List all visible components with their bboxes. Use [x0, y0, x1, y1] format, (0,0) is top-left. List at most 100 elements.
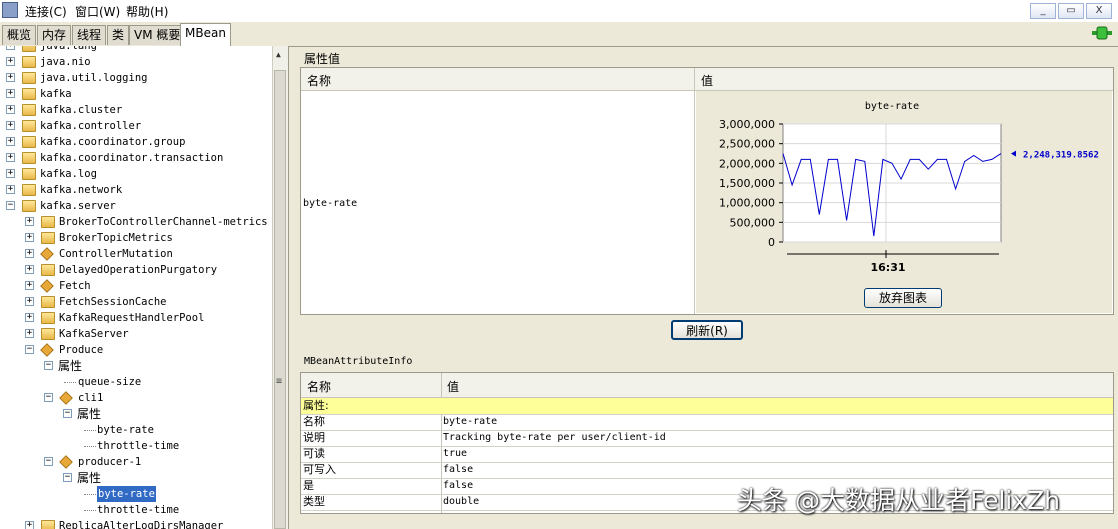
collapse-icon[interactable]: − — [44, 393, 53, 402]
attr-row-name[interactable]: byte-rate — [303, 198, 357, 209]
current-value-arrow — [1011, 150, 1016, 157]
collapse-icon[interactable]: − — [44, 361, 53, 370]
expand-icon[interactable]: + — [6, 46, 15, 50]
tab-overview[interactable]: 概览 — [2, 25, 37, 45]
app-icon — [2, 2, 18, 18]
expand-icon[interactable]: + — [6, 73, 15, 82]
menu-help[interactable]: 帮助(H) — [126, 3, 168, 20]
folder-icon — [41, 232, 55, 244]
tree-scrollbar[interactable]: ▲ ≡ — [272, 46, 288, 529]
expand-icon[interactable]: + — [6, 169, 15, 178]
folder-icon — [22, 104, 36, 116]
byte-rate-chart: byte-rate 3,000,000 2,500,000 2,000,000 1,50… — [719, 101, 1099, 274]
expand-icon[interactable]: + — [6, 105, 15, 114]
collapse-icon[interactable]: − — [63, 409, 72, 418]
mbean-icon — [40, 279, 54, 293]
tab-vm-summary[interactable]: VM 概要 — [129, 25, 186, 45]
y-tick-label: 500,000 — [730, 216, 776, 229]
expand-icon[interactable]: + — [25, 329, 34, 338]
expand-icon[interactable]: + — [6, 89, 15, 98]
attr-values-table: 名称 值 byte-rate byte-rate 3,000,000 2,500,0… — [300, 67, 1114, 315]
folder-icon — [22, 200, 36, 212]
current-value-label: 2,248,319.8562 — [1023, 151, 1099, 161]
folder-icon — [41, 264, 55, 276]
mbean-tree: +java.lang +java.nio +java.util.logging … — [0, 46, 289, 529]
close-button[interactable]: X — [1086, 3, 1112, 19]
y-tick-label: 1,000,000 — [719, 197, 775, 210]
expand-icon[interactable]: + — [6, 57, 15, 66]
expand-icon[interactable]: + — [25, 249, 34, 258]
tab-classes[interactable]: 类 — [107, 25, 130, 45]
expand-icon[interactable]: + — [6, 121, 15, 130]
info-row[interactable]: 名称 byte-rate — [301, 414, 1113, 431]
info-row[interactable]: 说明 Tracking byte-rate per user/client-id — [301, 430, 1113, 447]
folder-icon — [22, 46, 36, 52]
y-tick-label: 0 — [768, 236, 775, 249]
menu-window[interactable]: 窗口(W) — [75, 3, 120, 20]
folder-icon — [22, 56, 36, 68]
restore-button[interactable]: ▭ — [1058, 3, 1084, 19]
mbean-icon — [40, 247, 54, 261]
collapse-icon[interactable]: − — [44, 457, 53, 466]
connection-status-icon — [1092, 26, 1112, 40]
info-row[interactable]: 属性: — [301, 398, 1113, 415]
expand-icon[interactable]: + — [6, 153, 15, 162]
folder-icon — [41, 296, 55, 308]
info-panel-title: MBeanAttributeInfo — [304, 356, 413, 367]
y-tick-label: 3,000,000 — [719, 118, 775, 131]
info-col-name-header[interactable]: 名称 — [307, 378, 331, 395]
mbean-icon — [59, 455, 73, 469]
folder-icon — [41, 328, 55, 340]
folder-icon — [41, 216, 55, 228]
tab-threads[interactable]: 线程 — [72, 25, 107, 45]
chart-title: byte-rate — [865, 101, 919, 112]
scroll-up-icon[interactable]: ▲ — [276, 50, 281, 59]
expand-icon[interactable]: + — [25, 521, 34, 529]
folder-icon — [41, 520, 55, 529]
folder-icon — [22, 88, 36, 100]
expand-icon[interactable]: + — [6, 185, 15, 194]
expand-icon[interactable]: + — [25, 217, 34, 226]
collapse-icon[interactable]: − — [6, 201, 15, 210]
y-tick-label: 2,500,000 — [719, 138, 775, 151]
x-tick-label: 16:31 — [870, 261, 905, 274]
watermark: 头条 @大数据从业者FelixZh — [737, 486, 1060, 515]
collapse-icon[interactable]: − — [63, 473, 72, 482]
minimize-button[interactable]: _ — [1030, 3, 1056, 19]
folder-icon — [22, 72, 36, 84]
info-col-value-header[interactable]: 值 — [447, 378, 459, 395]
info-table-header: 名称 值 — [301, 373, 1113, 398]
info-row[interactable]: 可写入 false — [301, 462, 1113, 479]
tab-mbean[interactable]: MBean — [180, 23, 231, 46]
y-tick-label: 1,500,000 — [719, 177, 775, 190]
folder-icon — [22, 152, 36, 164]
mbean-icon — [59, 391, 73, 405]
folder-icon — [22, 168, 36, 180]
menu-connection[interactable]: 连接(C) — [25, 3, 67, 20]
discard-chart-button[interactable]: 放弃图表 — [864, 288, 942, 308]
collapse-icon[interactable]: − — [25, 345, 34, 354]
folder-icon — [22, 136, 36, 148]
expand-icon[interactable]: + — [25, 297, 34, 306]
expand-icon[interactable]: + — [25, 233, 34, 242]
expand-icon[interactable]: + — [25, 281, 34, 290]
col-value-header[interactable]: 值 — [701, 72, 713, 89]
folder-icon — [22, 184, 36, 196]
grip-icon: ≡ — [276, 376, 283, 387]
expand-icon[interactable]: + — [25, 265, 34, 274]
mbean-icon — [40, 343, 54, 357]
tab-memory[interactable]: 内存 — [37, 25, 72, 45]
attr-panel-title: 属性值 — [304, 52, 341, 66]
scrollbar-thumb[interactable] — [274, 70, 286, 529]
expand-icon[interactable]: + — [25, 313, 34, 322]
y-tick-label: 2,000,000 — [719, 157, 775, 170]
expand-icon[interactable]: + — [6, 137, 15, 146]
menu-bar: 连接(C) 窗口(W) 帮助(H) _ ▭ X — [0, 0, 1118, 23]
refresh-button[interactable]: 刷新(R) — [671, 320, 743, 340]
chart-area: byte-rate 3,000,000 2,500,000 2,000,000 1,50… — [696, 91, 1112, 313]
folder-icon — [22, 120, 36, 132]
folder-icon — [41, 312, 55, 324]
info-row[interactable]: 可读 true — [301, 446, 1113, 463]
attr-table-header: 名称 值 — [301, 68, 1113, 91]
col-name-header[interactable]: 名称 — [307, 72, 331, 89]
